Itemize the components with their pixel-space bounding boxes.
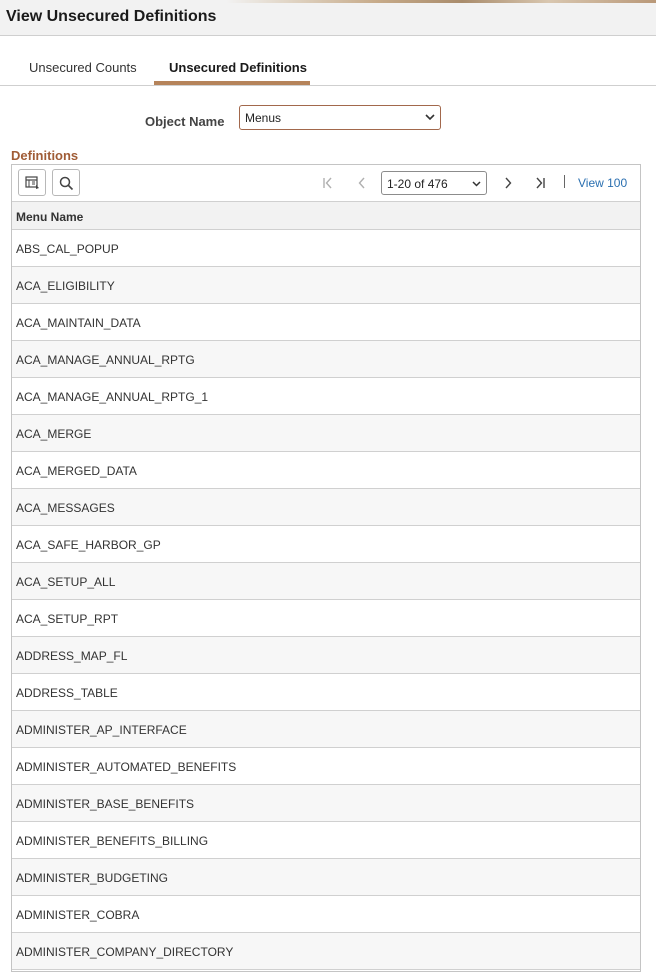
table-row[interactable]: ACA_SETUP_ALL bbox=[12, 563, 640, 600]
table-row[interactable]: ACA_MAINTAIN_DATA bbox=[12, 304, 640, 341]
table-row[interactable]: ACA_MANAGE_ANNUAL_RPTG_1 bbox=[12, 378, 640, 415]
personalize-grid-button[interactable] bbox=[18, 169, 46, 196]
search-icon bbox=[59, 176, 74, 191]
table-row[interactable]: ADMINISTER_BENEFITS_BILLING bbox=[12, 822, 640, 859]
object-name-label: Object Name bbox=[145, 114, 225, 129]
toolbar-divider bbox=[564, 175, 565, 188]
chevron-down-icon bbox=[425, 114, 435, 121]
menu-name-cell: ACA_SETUP_ALL bbox=[16, 575, 116, 589]
table-row[interactable]: ADMINISTER_AP_INTERFACE bbox=[12, 711, 640, 748]
page-title: View Unsecured Definitions bbox=[6, 8, 217, 25]
table-row[interactable]: ADMINISTER_COMPANY_DIRECTORY bbox=[12, 933, 640, 970]
menu-name-cell: ADMINISTER_COBRA bbox=[16, 908, 140, 922]
last-page-icon[interactable] bbox=[531, 174, 549, 192]
menu-name-cell: ADDRESS_TABLE bbox=[16, 686, 118, 700]
menu-name-cell: ACA_SETUP_RPT bbox=[16, 612, 119, 626]
first-page-icon[interactable] bbox=[319, 174, 337, 192]
previous-page-icon[interactable] bbox=[353, 174, 371, 192]
definitions-rows: ABS_CAL_POPUP ACA_ELIGIBILITY ACA_MAINTA… bbox=[12, 230, 640, 970]
menu-name-cell: ADMINISTER_BENEFITS_BILLING bbox=[16, 834, 209, 848]
menu-name-cell: ADMINISTER_BUDGETING bbox=[16, 871, 169, 885]
table-row[interactable]: ADDRESS_MAP_FL bbox=[12, 637, 640, 674]
definitions-grid: 1-20 of 476 View 100 Menu Name ABS_CAL_P… bbox=[11, 164, 641, 972]
view-100-link[interactable]: View 100 bbox=[578, 176, 627, 190]
tab-unsecured-counts[interactable]: Unsecured Counts bbox=[29, 60, 137, 75]
personalize-grid-icon bbox=[25, 176, 39, 189]
menu-name-cell: ACA_MANAGE_ANNUAL_RPTG bbox=[16, 353, 195, 367]
menu-name-cell: ACA_MERGED_DATA bbox=[16, 464, 137, 478]
table-row[interactable]: ADMINISTER_COBRA bbox=[12, 896, 640, 933]
table-row[interactable]: ADMINISTER_AUTOMATED_BENEFITS bbox=[12, 748, 640, 785]
object-name-select[interactable]: Menus bbox=[239, 105, 441, 130]
table-row[interactable]: ADMINISTER_BUDGETING bbox=[12, 859, 640, 896]
table-row[interactable]: ACA_SAFE_HARBOR_GP bbox=[12, 526, 640, 563]
table-row[interactable]: ACA_MERGED_DATA bbox=[12, 452, 640, 489]
menu-name-cell: ABS_CAL_POPUP bbox=[16, 242, 119, 256]
active-tab-indicator bbox=[154, 81, 310, 85]
menu-name-cell: ADMINISTER_BASE_BENEFITS bbox=[16, 797, 195, 811]
table-row[interactable]: ACA_MESSAGES bbox=[12, 489, 640, 526]
table-row[interactable]: ACA_SETUP_RPT bbox=[12, 600, 640, 637]
grid-toolbar: 1-20 of 476 View 100 bbox=[12, 165, 640, 201]
page-range-select[interactable]: 1-20 of 476 bbox=[381, 171, 487, 195]
search-button[interactable] bbox=[52, 169, 80, 196]
menu-name-cell: ACA_ELIGIBILITY bbox=[16, 279, 115, 293]
chevron-down-icon bbox=[472, 181, 481, 187]
table-row[interactable]: ADMINISTER_BASE_BENEFITS bbox=[12, 785, 640, 822]
tab-unsecured-definitions[interactable]: Unsecured Definitions bbox=[169, 60, 307, 75]
title-bar: View Unsecured Definitions bbox=[0, 0, 656, 36]
menu-name-cell: ADMINISTER_AUTOMATED_BENEFITS bbox=[16, 760, 237, 774]
menu-name-cell: ADMINISTER_AP_INTERFACE bbox=[16, 723, 187, 737]
next-page-icon[interactable] bbox=[499, 174, 517, 192]
table-row[interactable]: ABS_CAL_POPUP bbox=[12, 230, 640, 267]
table-row[interactable]: ADDRESS_TABLE bbox=[12, 674, 640, 711]
tab-bar: Unsecured Counts Unsecured Definitions bbox=[0, 50, 656, 86]
menu-name-cell: ACA_MESSAGES bbox=[16, 501, 115, 515]
definitions-title: Definitions bbox=[11, 148, 79, 163]
table-row[interactable]: ACA_MERGE bbox=[12, 415, 640, 452]
menu-name-cell: ADDRESS_MAP_FL bbox=[16, 649, 128, 663]
menu-name-cell: ACA_MERGE bbox=[16, 427, 92, 441]
page-range-value: 1-20 of 476 bbox=[387, 177, 448, 191]
menu-name-cell: ACA_MANAGE_ANNUAL_RPTG_1 bbox=[16, 390, 209, 404]
menu-name-cell: ACA_MAINTAIN_DATA bbox=[16, 316, 141, 330]
column-header-label: Menu Name bbox=[16, 210, 84, 224]
column-header-menu-name[interactable]: Menu Name bbox=[12, 201, 640, 230]
menu-name-cell: ADMINISTER_COMPANY_DIRECTORY bbox=[16, 945, 234, 959]
menu-name-cell: ACA_SAFE_HARBOR_GP bbox=[16, 538, 161, 552]
object-name-value: Menus bbox=[245, 111, 282, 125]
table-row[interactable]: ACA_MANAGE_ANNUAL_RPTG bbox=[12, 341, 640, 378]
banner-accent bbox=[226, 0, 656, 3]
table-row[interactable]: ACA_ELIGIBILITY bbox=[12, 267, 640, 304]
